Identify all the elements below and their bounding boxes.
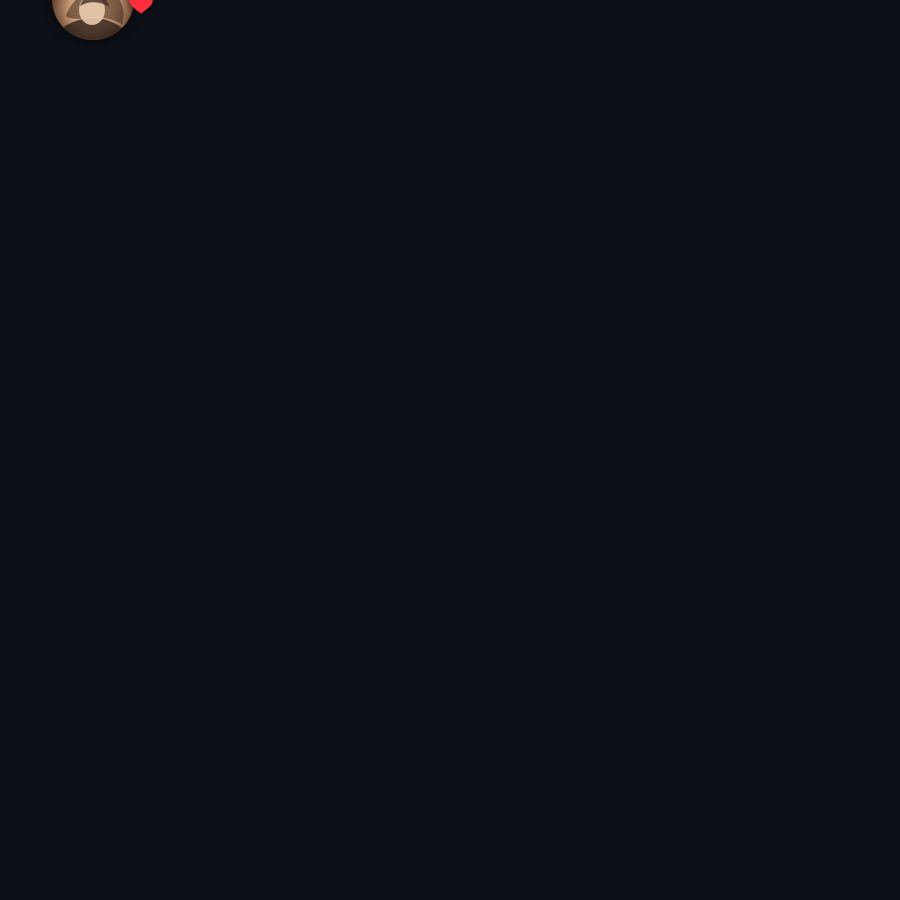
avatar-group[interactable]: [52, 0, 153, 40]
avatar-image: [52, 0, 134, 40]
heart-badge: [124, 0, 158, 18]
heart-icon: [129, 0, 153, 14]
avatar[interactable]: [52, 0, 134, 40]
app-screen: [0, 0, 900, 900]
